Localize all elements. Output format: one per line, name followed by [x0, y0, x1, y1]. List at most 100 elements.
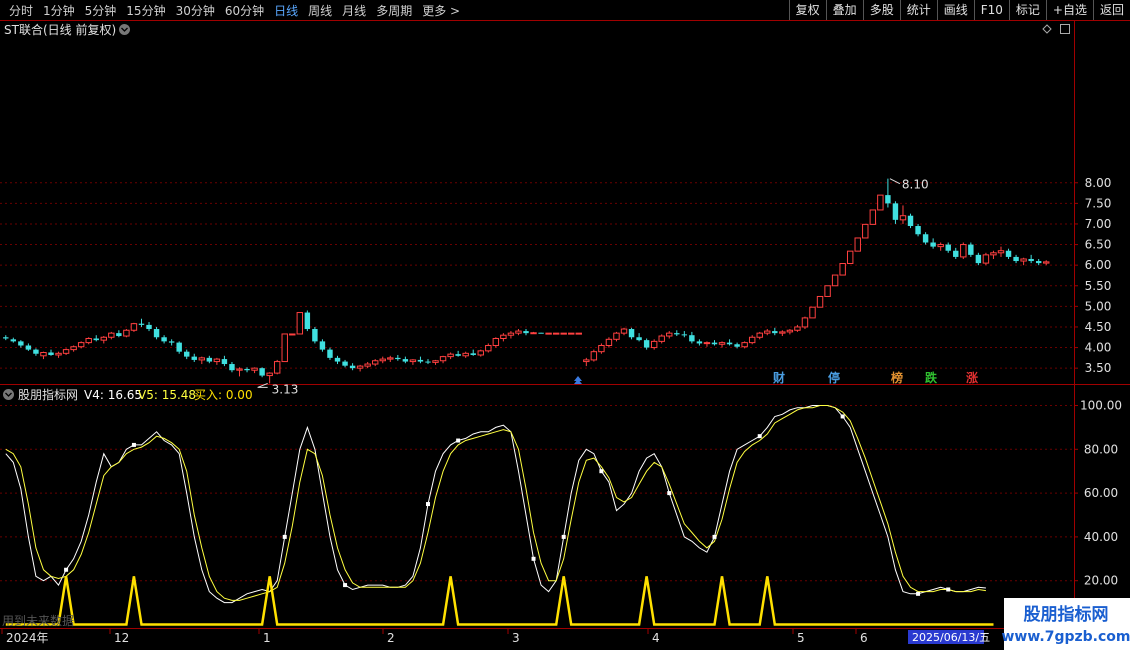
candle-body	[718, 342, 726, 345]
candle-body	[492, 337, 500, 347]
candle-body	[319, 341, 326, 350]
candle-body	[470, 353, 476, 355]
indicator-point-marker	[425, 502, 430, 507]
candle-body	[809, 306, 816, 319]
indicator-tick-label: 20.00	[1084, 574, 1118, 588]
chart-stage: 8.00 7.50 7.00 6.50 6.00 5.50 5.00 4.50 4.00 3.50…	[0, 20, 1130, 650]
candle-body	[545, 332, 552, 335]
candle-body	[296, 312, 304, 335]
candle-body	[236, 368, 243, 371]
indicator-buy-label: 买入: 0.00	[194, 388, 253, 402]
x-tick-label: 1	[263, 631, 271, 645]
indicator-title: 股朋指标网	[18, 387, 78, 402]
indicator-point-marker	[840, 414, 845, 419]
price-tick-label: 6.50	[1085, 238, 1112, 252]
candle-body	[613, 332, 620, 340]
max-annotation-label: 8.10	[902, 178, 929, 192]
event-marker-0: 财	[772, 370, 785, 385]
panel-expand-icon[interactable]	[1060, 24, 1070, 34]
candle-body	[862, 223, 869, 239]
candle-body	[371, 360, 379, 365]
candle-body	[221, 359, 228, 365]
indicator-tick-label: 40.00	[1084, 530, 1118, 544]
candle-body	[885, 195, 891, 204]
candle-body	[990, 252, 997, 256]
candle-body	[968, 244, 974, 255]
candlestick-series	[3, 178, 1050, 384]
candle-body	[899, 215, 907, 221]
price-tick-label: 7.00	[1085, 217, 1112, 231]
watermark-url: www.7gpzb.com	[1001, 629, 1130, 645]
candle-body	[636, 337, 642, 341]
candle-body	[3, 337, 9, 339]
indicator-point-marker	[916, 591, 921, 596]
indicator-point-marker	[64, 567, 69, 572]
price-tick-label: 8.00	[1085, 176, 1112, 190]
main-panel-menu-icon[interactable]	[119, 24, 130, 35]
candle-body	[975, 254, 982, 264]
indicator-menu-icon[interactable]	[3, 389, 14, 400]
indicator-line-买入	[5, 576, 994, 626]
candle-body	[153, 329, 160, 338]
candle-body	[703, 342, 711, 345]
candle-body	[312, 329, 318, 342]
candle-body	[425, 361, 431, 363]
indicator-point-marker	[282, 534, 287, 539]
indicator-point-marker	[343, 583, 348, 588]
candle-body	[831, 274, 839, 287]
double-up-arrow-icon	[574, 376, 582, 384]
candle-body	[666, 332, 673, 337]
candle-body	[327, 349, 333, 358]
candle-body	[130, 323, 138, 331]
candle-body	[997, 250, 1005, 254]
candle-body	[33, 349, 39, 354]
event-marker-2: 榜	[891, 370, 903, 385]
candle-body	[409, 359, 417, 363]
x-tick-label: 12	[114, 631, 129, 645]
candle-body	[244, 368, 250, 371]
diamond-icon[interactable]	[1042, 24, 1052, 34]
main-panel-title: ST联合(日线 前复权)	[4, 22, 116, 37]
candle-body	[10, 339, 17, 342]
candle-body	[892, 203, 899, 220]
indicator-point-marker	[712, 534, 717, 539]
candle-body	[598, 345, 605, 353]
candle-body	[213, 358, 221, 363]
candle-body	[507, 332, 515, 336]
candle-body	[62, 349, 70, 354]
indicator-y-ticks: 100.00 80.00 60.00 40.00 20.00	[1074, 399, 1122, 588]
candle-body	[854, 237, 861, 252]
candle-body	[85, 337, 92, 344]
candle-body	[628, 329, 635, 338]
min-annotation-label: 3.13	[272, 382, 299, 396]
candle-body	[681, 334, 688, 336]
candle-body	[734, 344, 740, 347]
candle-body	[168, 341, 175, 343]
candle-body	[945, 244, 951, 251]
candle-body	[530, 332, 537, 335]
candle-body	[116, 333, 122, 337]
candle-body	[93, 338, 99, 341]
indicator-tick-label: 100.00	[1080, 399, 1122, 413]
indicator-point-marker	[531, 556, 536, 561]
candle-body	[439, 356, 447, 362]
price-tick-label: 4.00	[1085, 341, 1112, 355]
candle-body	[552, 332, 560, 335]
candle-body	[48, 352, 54, 355]
candle-body	[937, 244, 944, 248]
candle-body	[198, 357, 206, 361]
candle-body	[696, 341, 703, 344]
candle-body	[538, 332, 544, 334]
indicator-tick-label: 80.00	[1084, 442, 1118, 456]
candle-body	[229, 364, 235, 371]
indicator-point-marker	[667, 491, 672, 496]
x-tick-label: 2024年	[6, 631, 49, 645]
candle-body	[342, 361, 348, 366]
indicator-grid	[0, 405, 1074, 582]
candle-body	[674, 333, 680, 335]
candle-body	[605, 338, 613, 347]
price-tick-label: 5.00	[1085, 299, 1112, 313]
candle-body	[839, 263, 846, 276]
event-marker-4: 涨	[966, 370, 978, 385]
candle-body	[568, 332, 575, 335]
